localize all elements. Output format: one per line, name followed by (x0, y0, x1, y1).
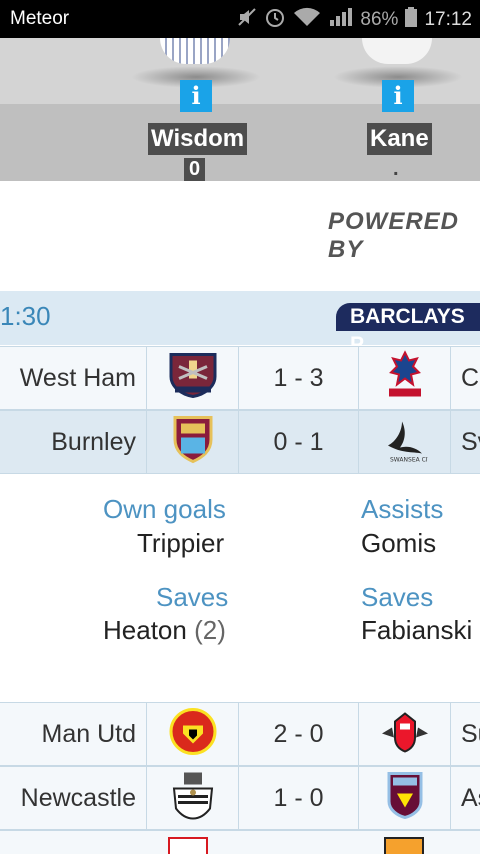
sponsor-banner: BARCLAYS P (336, 303, 480, 356)
player-info-button[interactable]: i (180, 80, 212, 112)
mute-icon (236, 6, 258, 34)
battery-icon (404, 6, 418, 34)
svg-text:SWANSEA CITY AFC: SWANSEA CITY AFC (390, 457, 428, 464)
player-name[interactable]: Wisdom (148, 123, 248, 155)
saves-label: Saves (361, 582, 434, 612)
clock: 17:12 (424, 9, 472, 30)
player-points: 0 (184, 158, 206, 181)
burnley-crest-icon (173, 416, 213, 469)
own-goals-label: Own goals (103, 494, 226, 524)
match-score: 0 - 1 (238, 411, 358, 473)
saves-value: Heaton (2) (103, 615, 226, 646)
player-info-button[interactable]: i (382, 80, 414, 112)
saves-count: (2) (194, 615, 226, 645)
home-team: Newcastle (20, 784, 136, 812)
player-shirt (362, 38, 432, 64)
assists-label: Assists (361, 494, 444, 524)
kickoff-time: 1:30 (0, 301, 51, 331)
match-row[interactable]: West Ham 1 - 3 Cr (0, 346, 480, 410)
fixtures-day-header: 1:30 BARCLAYS P (0, 291, 480, 356)
saves-value: Fabianski (361, 615, 473, 645)
signal-icon (328, 6, 354, 34)
aston-villa-crest-icon (387, 772, 423, 825)
match-row[interactable]: Newcastle 1 - 0 As (0, 766, 480, 830)
match-row-partial[interactable] (0, 830, 480, 854)
swansea-crest-icon: SWANSEA CITY AFC (382, 416, 448, 469)
player-name[interactable]: Kane (367, 123, 432, 155)
own-goals-value: Trippier (137, 528, 225, 558)
match-details: Own goals Trippier Assists Gomis Saves H… (0, 474, 480, 702)
team-pitch: i i Wisdom Kane 0 . (0, 38, 480, 181)
away-team: Su (450, 703, 480, 765)
match-score: 2 - 0 (238, 703, 358, 765)
stoke-crest-icon (168, 837, 208, 854)
assists-value: Gomis (361, 528, 437, 558)
saves-label: Saves (156, 582, 229, 612)
home-team: Burnley (51, 428, 136, 456)
man-utd-crest-icon (169, 708, 217, 761)
match-score: 1 - 3 (238, 347, 358, 409)
status-bar: Meteor 86% 17:12 (0, 0, 480, 38)
player-shirt (160, 38, 230, 64)
app-name: Meteor (10, 8, 70, 29)
away-team: Cr (450, 347, 480, 409)
away-team: Sv (450, 411, 480, 473)
sunderland-crest-icon (380, 710, 430, 759)
status-icons: 86% 17:12 (236, 6, 472, 34)
match-row[interactable]: Man Utd 2 - 0 Su (0, 702, 480, 766)
newcastle-crest-icon (170, 771, 216, 826)
away-team: As (450, 767, 480, 829)
west-ham-crest-icon (169, 353, 217, 404)
hull-crest-icon (384, 837, 424, 854)
saves-player: Heaton (103, 615, 187, 645)
wifi-icon (292, 6, 322, 34)
home-team: Man Utd (41, 720, 136, 748)
battery-percent: 86% (360, 9, 399, 30)
player-points: . (393, 158, 399, 180)
match-row[interactable]: Burnley 0 - 1 SWANSEA CITY AFC Sv (0, 410, 480, 474)
powered-by-label: POWERED BY (328, 208, 460, 263)
crystal-palace-crest-icon (385, 350, 425, 406)
home-team: West Ham (19, 364, 136, 392)
alarm-icon (264, 6, 286, 34)
match-score: 1 - 0 (238, 767, 358, 829)
